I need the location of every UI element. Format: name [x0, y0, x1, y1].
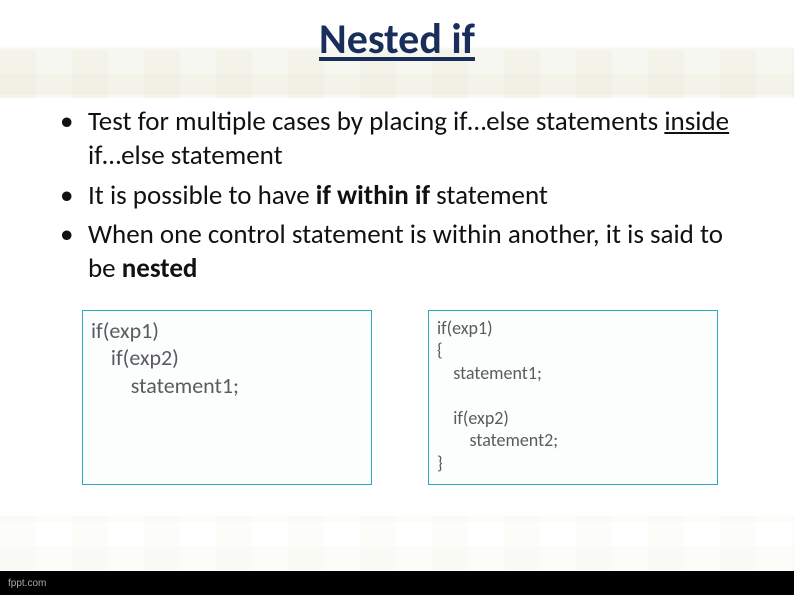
- bullet-2: It is possible to have if within if stat…: [60, 179, 734, 213]
- bullet-3-part-b: nested: [122, 252, 198, 285]
- bullet-3: When one control statement is within ano…: [60, 218, 734, 286]
- bullet-2-part-a: It is possible to have: [88, 179, 316, 212]
- slide: Nested if Test for multiple cases by pla…: [0, 0, 794, 595]
- code-row: if(exp1) if(exp2) statement1; if(exp1) {…: [82, 310, 734, 486]
- code-box-left: if(exp1) if(exp2) statement1;: [82, 310, 372, 486]
- bullet-1-part-b: inside: [664, 105, 729, 138]
- code-box-right: if(exp1) { statement1; if(exp2) statemen…: [428, 310, 718, 486]
- footer-bar: fppt.com: [0, 571, 794, 595]
- bullet-2-part-b: if within if: [316, 179, 430, 212]
- bullet-1: Test for multiple cases by placing if…el…: [60, 105, 734, 173]
- page-title: Nested if: [0, 0, 794, 65]
- decorative-strip-bottom: [0, 516, 794, 570]
- content-area: Test for multiple cases by placing if…el…: [0, 65, 794, 485]
- bullet-1-part-a: Test for multiple cases by placing if…el…: [88, 105, 664, 138]
- footer-text: fppt.com: [8, 578, 46, 589]
- bullet-1-part-c: if…else statement: [88, 139, 283, 172]
- bullet-list: Test for multiple cases by placing if…el…: [60, 105, 734, 286]
- bullet-2-part-c: statement: [430, 179, 548, 212]
